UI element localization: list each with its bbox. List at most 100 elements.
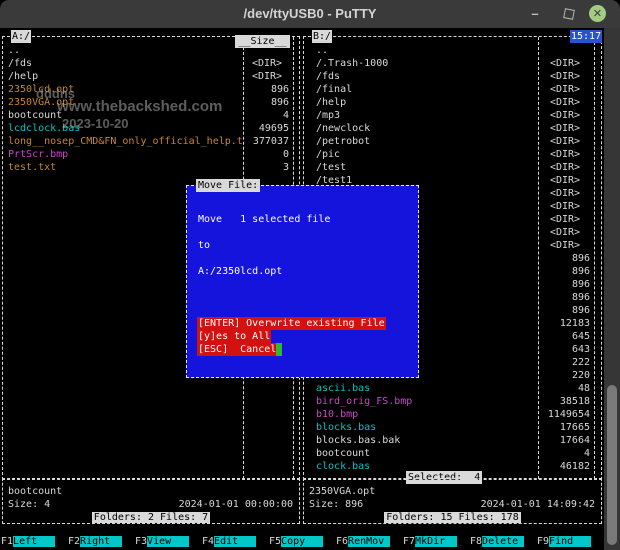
file-size-cell: <DIR> xyxy=(540,109,590,122)
file-size-cell: 4 xyxy=(540,447,593,460)
file-size-cell: <DIR> xyxy=(540,239,590,252)
right-drive-label[interactable]: B:/ xyxy=(312,30,332,43)
file-size-cell: 12183 xyxy=(540,317,593,330)
file-row[interactable]: b10.bmp1149654 xyxy=(305,408,600,421)
function-key-f7[interactable]: F7MkDir xyxy=(403,535,457,549)
file-row[interactable]: bird_orig_FS.bmp38518 xyxy=(305,395,600,408)
file-size-cell: 220 xyxy=(540,369,593,382)
file-size-cell: 643 xyxy=(540,343,593,356)
file-row[interactable]: PrtScr.bmp0 xyxy=(4,148,298,161)
file-size-cell: <DIR> xyxy=(540,122,590,135)
file-row[interactable]: /newclock<DIR> xyxy=(305,122,600,135)
scrollbar-thumb[interactable] xyxy=(607,385,617,545)
title-bar[interactable]: /dev/ttyUSB0 - PuTTY – ✕ xyxy=(0,0,620,28)
function-key-number: F1 xyxy=(1,536,13,547)
function-key-number: F4 xyxy=(202,536,214,547)
file-size-cell: 222 xyxy=(540,356,593,369)
function-key-number: F9 xyxy=(537,536,549,547)
function-key-f3[interactable]: F3View xyxy=(135,535,189,549)
function-key-label: Edit xyxy=(214,536,256,547)
close-button[interactable]: ✕ xyxy=(589,5,606,22)
file-row[interactable]: /petrobot<DIR> xyxy=(305,135,600,148)
file-size-cell: <DIR> xyxy=(540,161,590,174)
file-row[interactable]: lcdclock.bas49695 xyxy=(4,122,298,135)
file-name: /mp3 xyxy=(316,109,537,122)
dialog-message: Move 1 selected file xyxy=(198,213,330,226)
function-key-number: F8 xyxy=(470,536,482,547)
close-icon: ✕ xyxy=(593,7,602,20)
function-key-f9[interactable]: F9Find xyxy=(537,535,591,549)
file-name: blocks.bas xyxy=(316,421,537,434)
file-size-cell: 896 xyxy=(540,252,593,265)
file-row[interactable]: /test<DIR> xyxy=(305,161,600,174)
watermark-text: 2023-10-20 xyxy=(62,116,129,131)
file-name: bootcount xyxy=(316,447,537,460)
file-row[interactable]: blocks.bas.bak17664 xyxy=(305,434,600,447)
file-row[interactable]: /fds<DIR> xyxy=(4,57,298,70)
file-name: blocks.bas.bak xyxy=(316,434,537,447)
function-key-f8[interactable]: F8Delete xyxy=(470,535,524,549)
file-name: /help xyxy=(316,96,537,109)
function-key-label: Left xyxy=(13,536,55,547)
dialog-action-overwrite[interactable]: [ENTER] Overwrite existing File xyxy=(197,317,386,330)
file-size-cell: <DIR> xyxy=(540,96,590,109)
text-cursor xyxy=(276,343,282,356)
file-row[interactable]: /pic<DIR> xyxy=(305,148,600,161)
file-size-cell: <DIR> xyxy=(540,148,590,161)
file-size-cell: <DIR> xyxy=(540,200,590,213)
file-size-cell: <DIR> xyxy=(540,83,590,96)
function-key-label: MkDir xyxy=(415,536,457,547)
file-row[interactable]: /mp3<DIR> xyxy=(305,109,600,122)
file-name: /fds xyxy=(316,70,537,83)
file-size-cell: <DIR> xyxy=(540,57,590,70)
function-key-number: F2 xyxy=(68,536,80,547)
file-row[interactable]: test.txt3 xyxy=(4,161,298,174)
file-size-cell xyxy=(540,44,593,57)
dialog-action-cancel[interactable]: [ESC] Cancel xyxy=(197,343,277,356)
minimize-button[interactable]: – xyxy=(526,6,544,22)
function-key-f5[interactable]: F5Copy xyxy=(269,535,323,549)
file-row[interactable]: /help<DIR> xyxy=(305,96,600,109)
file-row[interactable]: /help<DIR> xyxy=(4,70,298,83)
file-row[interactable]: .. xyxy=(305,44,600,57)
file-row[interactable]: /.Trash-1000<DIR> xyxy=(305,57,600,70)
watermark-text: www.thebackshed.com xyxy=(57,98,222,115)
file-row[interactable]: ascii.bas48 xyxy=(305,382,600,395)
function-key-number: F3 xyxy=(135,536,147,547)
file-size-cell: 17664 xyxy=(540,434,593,447)
file-name: .. xyxy=(8,44,243,57)
file-size-cell: <DIR> xyxy=(540,135,590,148)
dialog-title: Move File: xyxy=(196,179,260,192)
file-size-cell: 377037 xyxy=(245,135,292,148)
function-key-bar: F1Left F2Right F3View F4Edit F5Copy F6Re… xyxy=(0,535,620,549)
file-row[interactable]: long__nosep_CMD&FN_only_official_help.t3… xyxy=(4,135,298,148)
file-size-cell: 896 xyxy=(245,96,292,109)
file-size-cell: 49695 xyxy=(245,122,292,135)
function-key-label: View xyxy=(147,536,189,547)
function-key-f6[interactable]: F6RenMov xyxy=(336,535,390,549)
file-row[interactable]: /final<DIR> xyxy=(305,83,600,96)
right-size-column-header[interactable]: __Size__ xyxy=(235,35,290,48)
function-key-f2[interactable]: F2Right xyxy=(68,535,122,549)
file-size-cell: 0 xyxy=(245,148,292,161)
scrollbar-track[interactable] xyxy=(604,28,620,550)
function-key-number: F7 xyxy=(403,536,415,547)
file-size-cell: 896 xyxy=(540,278,593,291)
file-row[interactable]: blocks.bas17665 xyxy=(305,421,600,434)
right-folder-summary: Folders: 15 Files: 178 xyxy=(304,511,601,524)
left-drive-label[interactable]: A:/ xyxy=(11,30,31,43)
function-key-f4[interactable]: F4Edit xyxy=(202,535,256,549)
maximize-button[interactable] xyxy=(560,6,578,22)
file-row[interactable]: bootcount4 xyxy=(305,447,600,460)
right-current-file: 2350VGA.opt xyxy=(309,485,596,498)
file-size-cell: <DIR> xyxy=(540,174,590,187)
file-size-cell: 896 xyxy=(540,304,593,317)
file-name: /fds xyxy=(8,57,243,70)
file-row[interactable]: /fds<DIR> xyxy=(305,70,600,83)
file-name: /.Trash-1000 xyxy=(316,57,537,70)
right-file-datetime: 2024-01-01 14:09:42 xyxy=(481,498,595,511)
left-file-datetime: 2024-01-01 00:00:00 xyxy=(179,498,293,511)
putty-window: /dev/ttyUSB0 - PuTTY – ✕ ../fds<DIR>/hel… xyxy=(0,0,620,550)
function-key-f1[interactable]: F1Left xyxy=(1,535,55,549)
dialog-action-yes-to-all[interactable]: [y]es to All xyxy=(197,330,271,343)
